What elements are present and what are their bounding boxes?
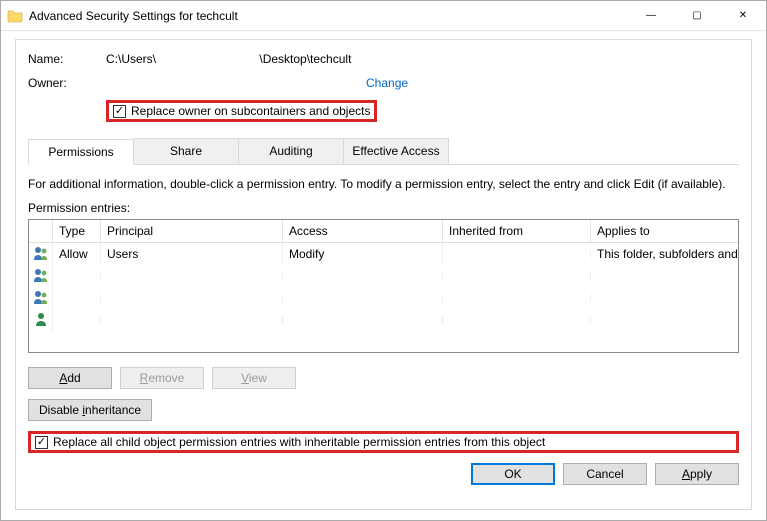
owner-label: Owner:: [28, 76, 106, 90]
titlebar: Advanced Security Settings for techcult …: [1, 1, 766, 31]
cell-principal: Users: [101, 243, 283, 265]
inner-frame: Name: C:\Users\ \Desktop\techcult Owner:…: [15, 39, 752, 510]
table-row[interactable]: [29, 309, 738, 331]
cell-applies: This folder, subfolders and files: [591, 243, 738, 265]
col-principal[interactable]: Principal: [101, 220, 283, 242]
window-title: Advanced Security Settings for techcult: [29, 9, 628, 23]
table-row[interactable]: Allow Users Modify This folder, subfolde…: [29, 243, 738, 265]
info-text: For additional information, double-click…: [28, 177, 739, 191]
replace-owner-row: Replace owner on subcontainers and objec…: [106, 100, 739, 122]
owner-row: Owner: Change: [28, 76, 739, 90]
add-button[interactable]: Add: [28, 367, 112, 389]
users-icon: [33, 245, 49, 261]
disable-inheritance-row: Disable inheritance: [28, 399, 739, 421]
apply-button[interactable]: Apply: [655, 463, 739, 485]
col-applies[interactable]: Applies to: [591, 220, 738, 242]
tab-share[interactable]: Share: [133, 138, 239, 164]
tab-effective-access[interactable]: Effective Access: [343, 138, 449, 164]
maximize-button[interactable]: ▢: [674, 1, 720, 30]
minimize-button[interactable]: ―: [628, 1, 674, 30]
window-controls: ― ▢ ✕: [628, 1, 766, 30]
close-button[interactable]: ✕: [720, 1, 766, 30]
content-area: Name: C:\Users\ \Desktop\techcult Owner:…: [1, 31, 766, 520]
replace-child-label: Replace all child object permission entr…: [53, 435, 545, 449]
action-button-row: Add Remove View: [28, 367, 739, 389]
cell-type: Allow: [53, 243, 101, 265]
replace-child-checkbox[interactable]: [35, 436, 48, 449]
cancel-button[interactable]: Cancel: [563, 463, 647, 485]
tab-strip: Permissions Share Auditing Effective Acc…: [28, 138, 739, 165]
tab-permissions[interactable]: Permissions: [28, 139, 134, 165]
highlight-replace-owner: Replace owner on subcontainers and objec…: [106, 100, 377, 122]
permission-table-body: Allow Users Modify This folder, subfolde…: [29, 243, 738, 331]
remove-button: Remove: [120, 367, 204, 389]
change-owner-link[interactable]: Change: [366, 76, 408, 90]
name-label: Name:: [28, 52, 106, 66]
table-row[interactable]: [29, 287, 738, 309]
col-type[interactable]: Type: [53, 220, 101, 242]
disable-inheritance-button[interactable]: Disable inheritance: [28, 399, 152, 421]
cell-inherited: [443, 250, 591, 258]
folder-icon: [7, 8, 23, 24]
cell-access: Modify: [283, 243, 443, 265]
permission-entries-label: Permission entries:: [28, 201, 739, 215]
permission-table-header: Type Principal Access Inherited from App…: [29, 220, 738, 243]
ok-button[interactable]: OK: [471, 463, 555, 485]
replace-owner-checkbox[interactable]: [113, 105, 126, 118]
highlight-replace-child: Replace all child object permission entr…: [28, 431, 739, 453]
view-button: View: [212, 367, 296, 389]
table-row[interactable]: [29, 265, 738, 287]
permission-table: Type Principal Access Inherited from App…: [28, 219, 739, 353]
name-value: C:\Users\ \Desktop\techcult: [106, 52, 351, 66]
users-icon: [33, 289, 49, 305]
window-frame: Advanced Security Settings for techcult …: [0, 0, 767, 521]
tab-auditing[interactable]: Auditing: [238, 138, 344, 164]
footer-buttons: OK Cancel Apply: [28, 463, 739, 485]
name-row: Name: C:\Users\ \Desktop\techcult: [28, 52, 739, 66]
col-access[interactable]: Access: [283, 220, 443, 242]
replace-owner-label: Replace owner on subcontainers and objec…: [131, 104, 370, 118]
user-icon: [33, 311, 49, 327]
col-inherited[interactable]: Inherited from: [443, 220, 591, 242]
users-icon: [33, 267, 49, 283]
